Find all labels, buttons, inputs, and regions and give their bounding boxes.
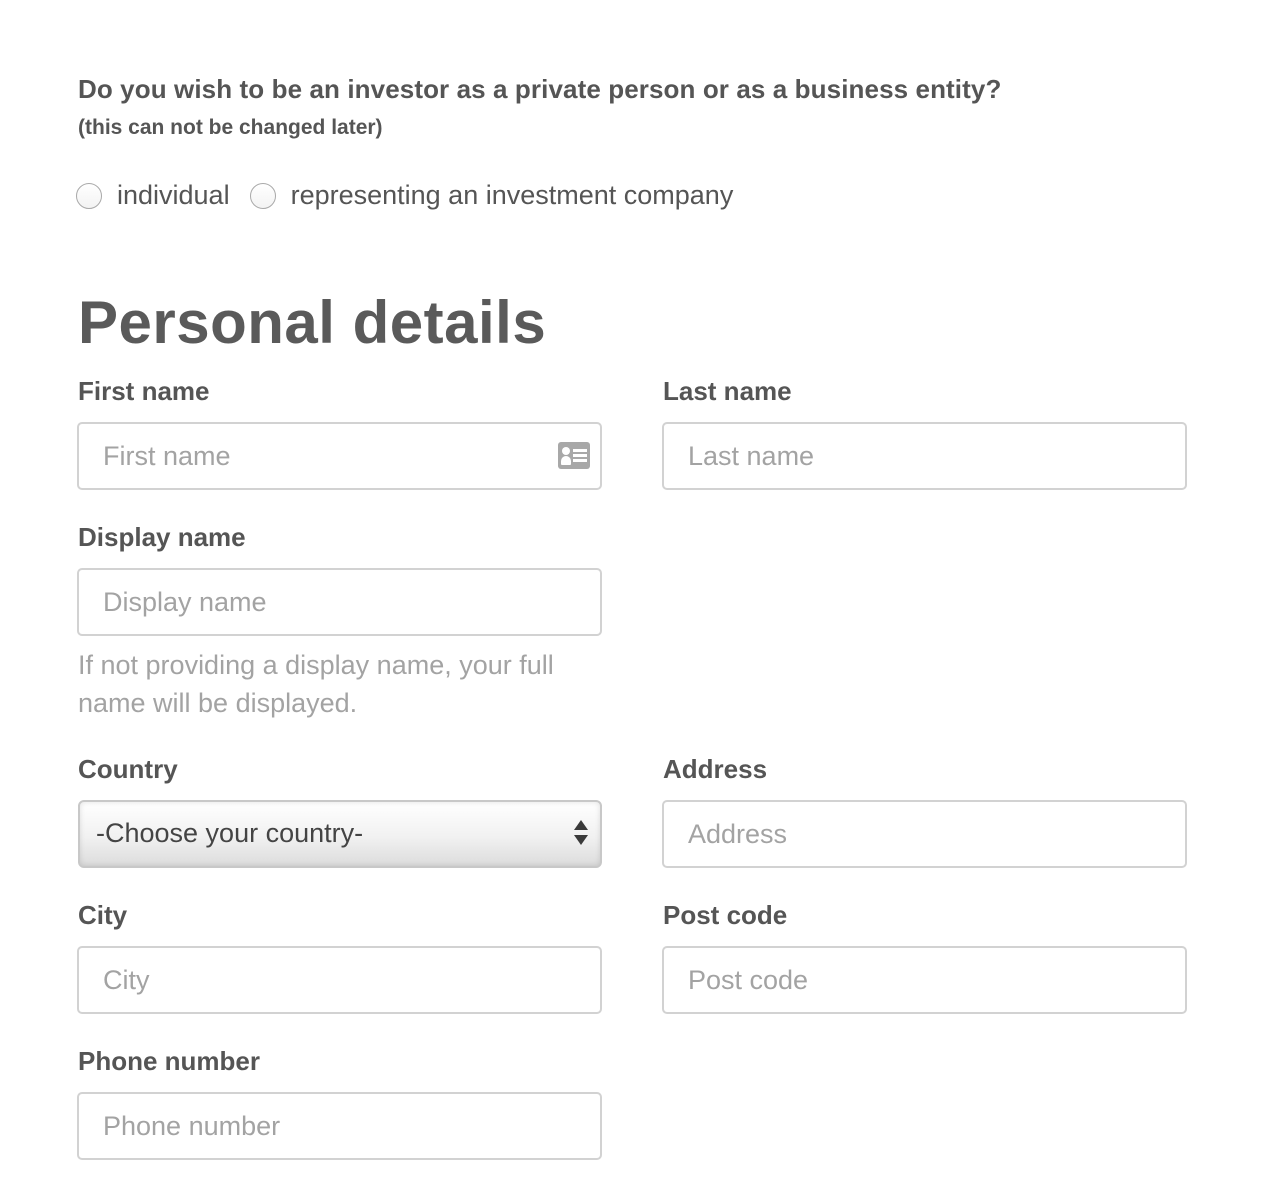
phone-number-input[interactable]	[77, 1092, 602, 1160]
contact-card-line	[573, 454, 587, 457]
radio-investment-company[interactable]: representing an investment company	[249, 180, 734, 211]
contact-card-icon[interactable]	[558, 442, 590, 469]
select-arrows-icon[interactable]	[574, 820, 588, 848]
first-name-label: First name	[78, 376, 210, 406]
radio-investment-company-label[interactable]: representing an investment company	[291, 180, 734, 211]
first-name-input[interactable]	[77, 422, 602, 490]
phone-number-label: Phone number	[78, 1046, 261, 1076]
city-label: City	[78, 900, 128, 930]
radio-individual[interactable]: individual	[76, 180, 230, 211]
display-name-label: Display name	[78, 522, 246, 552]
contact-card-body	[561, 456, 571, 465]
investor-type-radio-group: individual representing an investment co…	[76, 180, 753, 211]
arrow-down-icon	[574, 835, 588, 845]
address-input[interactable]	[662, 800, 1187, 868]
address-label: Address	[663, 754, 768, 784]
last-name-input[interactable]	[662, 422, 1187, 490]
last-name-label: Last name	[663, 376, 792, 406]
radio-investment-company-circle[interactable]	[249, 182, 276, 209]
post-code-label: Post code	[663, 900, 788, 930]
display-name-help-text: If not providing a display name, your fu…	[78, 650, 554, 718]
arrow-up-icon	[574, 820, 588, 830]
section-title-personal-details: Personal details	[78, 289, 547, 356]
country-label: Country	[78, 754, 178, 784]
contact-card-line	[573, 449, 587, 452]
investor-form-page: Do you wish to be an investor as a priva…	[0, 0, 1262, 1202]
country-select-value[interactable]: -Choose your country-	[96, 818, 363, 849]
city-input[interactable]	[77, 946, 602, 1014]
country-select[interactable]: -Choose your country-	[78, 800, 602, 868]
contact-card-head	[562, 447, 570, 455]
investor-type-note: (this can not be changed later)	[78, 116, 383, 139]
radio-individual-circle[interactable]	[76, 182, 102, 209]
investor-type-question: Do you wish to be an investor as a priva…	[78, 74, 1002, 104]
post-code-input[interactable]	[662, 946, 1187, 1014]
contact-card-line	[573, 459, 587, 462]
radio-individual-label[interactable]: individual	[117, 180, 230, 211]
display-name-input[interactable]	[77, 568, 602, 636]
